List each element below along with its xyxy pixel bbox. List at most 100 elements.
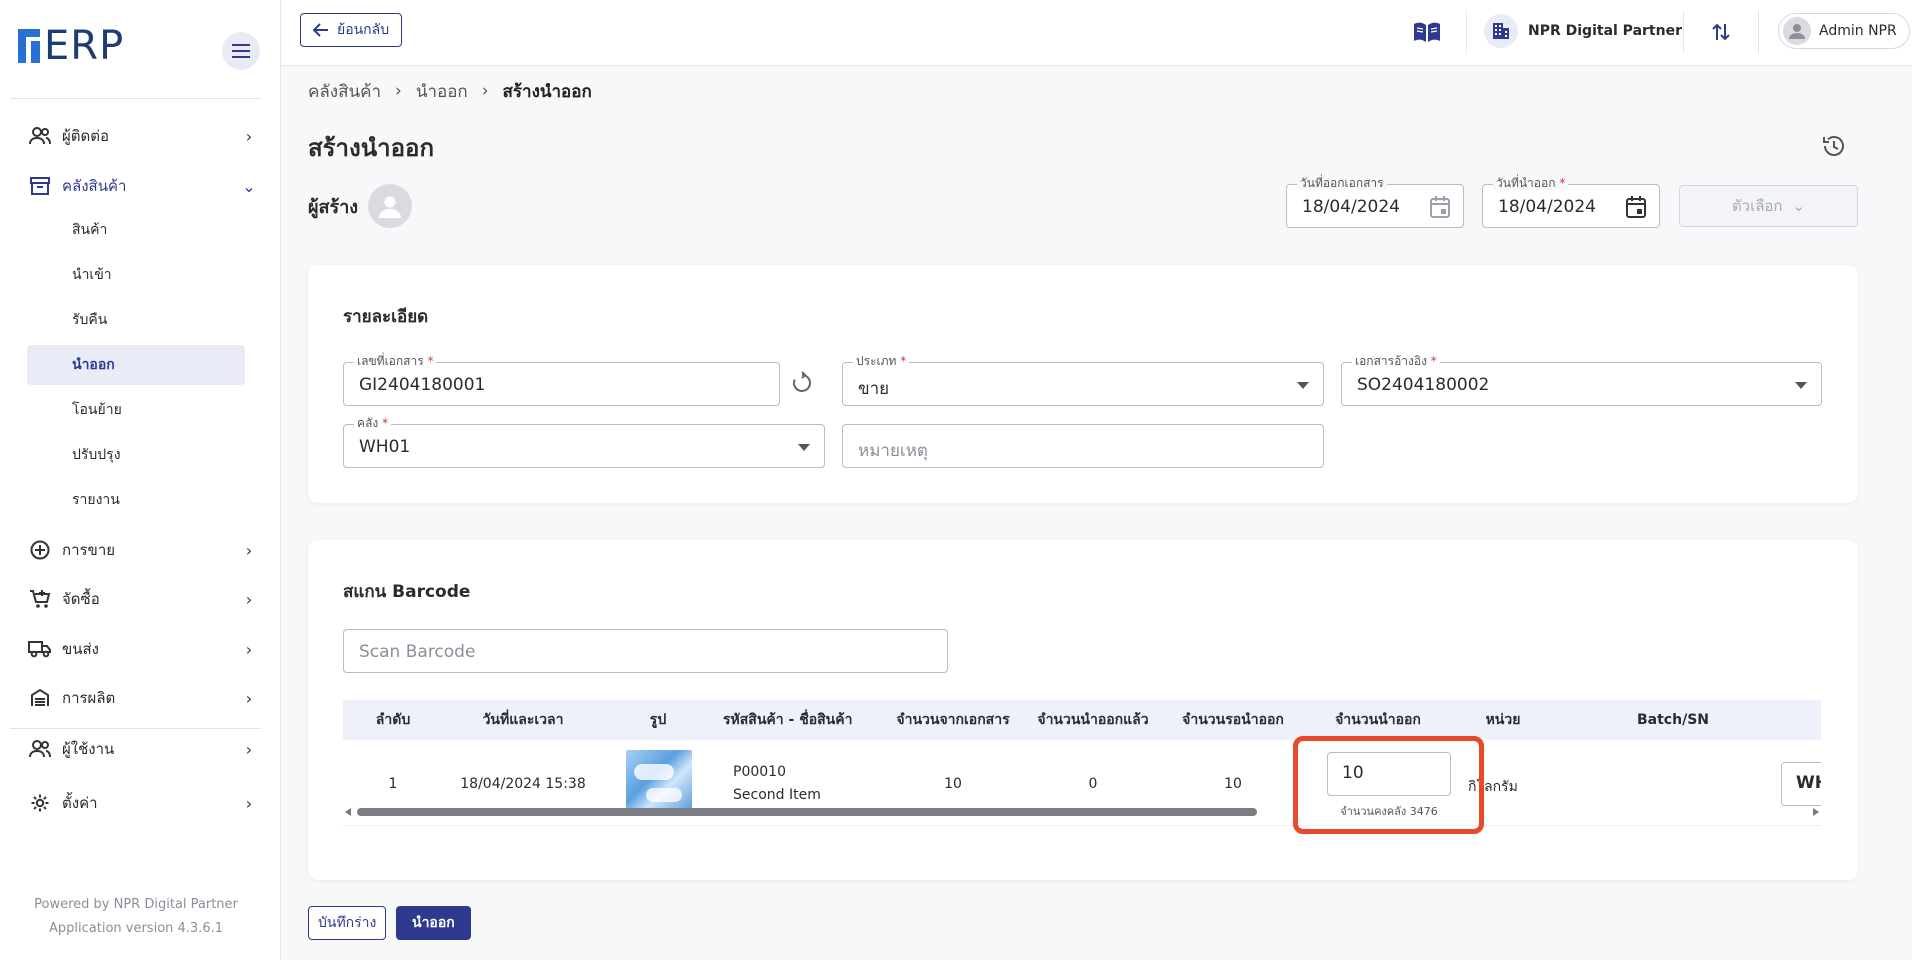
- col-header-doc-qty: จำนวนจากเอกสาร: [896, 712, 1010, 728]
- factory-icon: [28, 686, 52, 710]
- cart-icon: [28, 587, 52, 611]
- issue-date-label: วันที่ออกเอกสาร: [1297, 176, 1387, 190]
- refresh-icon[interactable]: [790, 371, 816, 397]
- breadcrumb-item-goods-issue[interactable]: นำออก: [416, 78, 468, 105]
- breadcrumb: คลังสินค้า › นำออก › สร้างนำออก: [308, 79, 592, 103]
- arrow-left-icon: [313, 23, 328, 37]
- calendar-icon[interactable]: [1429, 195, 1451, 219]
- top-bar: ย้อนกลับ NPR Digital Partner Admin NPR: [281, 0, 1912, 66]
- sidebar-item-shipping[interactable]: ขนส่ง ›: [28, 629, 258, 669]
- sidebar-item-label: ตั้งค่า: [62, 794, 98, 812]
- sidebar-divider: [10, 98, 261, 99]
- app-version-text: Application version 4.3.6.1: [49, 921, 223, 936]
- sidebar-item-contacts[interactable]: ผู้ติดต่อ ›: [28, 116, 258, 156]
- sidebar-item-sales[interactable]: การขาย ›: [28, 530, 258, 570]
- sidebar-subitem-adjust[interactable]: ปรับปรุง: [27, 435, 245, 475]
- scan-barcode-placeholder: Scan Barcode: [359, 642, 476, 662]
- horizontal-scrollbar[interactable]: [343, 804, 1821, 820]
- sidebar-subitem-report[interactable]: รายงาน: [27, 480, 245, 520]
- sort-arrows-icon[interactable]: [1709, 18, 1733, 46]
- history-icon[interactable]: [1820, 132, 1848, 160]
- sidebar-item-settings[interactable]: ตั้งค่า ›: [28, 783, 258, 823]
- reference-doc-value: SO2404180002: [1357, 375, 1490, 395]
- powered-by-text: Powered by NPR Digital Partner: [34, 897, 238, 912]
- issue-qty-input[interactable]: 10: [1327, 752, 1451, 796]
- back-button[interactable]: ย้อนกลับ: [300, 13, 403, 47]
- table-header: ลำดับ วันที่และเวลา รูป รหัสสินค้า - ชื่…: [343, 700, 1821, 740]
- out-date-label: วันที่นำออก *: [1493, 176, 1569, 190]
- warehouse-label: คลัง *: [354, 416, 392, 430]
- menu-toggle-button[interactable]: [222, 32, 260, 70]
- truck-icon: [28, 637, 52, 661]
- chevron-right-icon: ›: [481, 81, 489, 101]
- sidebar-subitem-import[interactable]: นำเข้า: [27, 255, 245, 295]
- scroll-left-icon[interactable]: [345, 808, 351, 816]
- dropdown-caret-icon: [798, 444, 810, 451]
- sidebar-item-label: คลังสินค้า: [62, 177, 127, 195]
- company-name: NPR Digital Partner: [1528, 23, 1682, 39]
- manual-book-icon[interactable]: [1411, 18, 1443, 46]
- chevron-right-icon: ›: [245, 589, 253, 609]
- remark-placeholder: หมายเหตุ: [858, 441, 928, 461]
- chevron-down-icon: ⌄: [1792, 197, 1806, 215]
- breadcrumb-item-current: สร้างนำออก: [502, 81, 592, 102]
- company-selector[interactable]: NPR Digital Partner: [1484, 14, 1682, 48]
- remark-field[interactable]: หมายเหตุ: [842, 424, 1324, 468]
- sidebar-subitem-transfer[interactable]: โอนย้าย: [27, 390, 245, 430]
- avatar[interactable]: [368, 184, 413, 228]
- topbar-divider: [1683, 10, 1684, 54]
- save-draft-button[interactable]: บันทึกร่าง: [308, 906, 387, 940]
- users-icon: [28, 737, 52, 761]
- sidebar-item-label: จัดซื้อ: [62, 590, 100, 608]
- row-product-code: P00010: [733, 764, 786, 780]
- type-label: ประเภท *: [853, 354, 910, 368]
- out-date-field[interactable]: วันที่นำออก * 18/04/2024: [1482, 176, 1660, 228]
- row-datetime: 18/04/2024 15:38: [460, 776, 586, 792]
- sidebar-item-users[interactable]: ผู้ใช้งาน ›: [28, 729, 258, 769]
- sidebar-item-production[interactable]: การผลิต ›: [28, 678, 258, 718]
- avatar: [1783, 17, 1811, 45]
- page-title: สร้างนำออก: [308, 134, 434, 162]
- reference-doc-label: เอกสารอ้างอิง *: [1352, 354, 1440, 368]
- scan-barcode-card: สแกน Barcode Scan Barcode ลำดับ วันที่แล…: [308, 540, 1858, 880]
- out-date-value: 18/04/2024: [1498, 197, 1596, 217]
- warehouse-select[interactable]: คลัง * WH01: [343, 416, 825, 468]
- calendar-icon[interactable]: [1625, 195, 1647, 219]
- issue-button[interactable]: นำออก: [396, 906, 471, 940]
- issue-date-value: 18/04/2024: [1302, 197, 1400, 217]
- erp-logo[interactable]: ERP: [18, 26, 124, 66]
- warehouse-value: WH01: [359, 437, 411, 457]
- sidebar-subitem-goods-issue[interactable]: นำออก: [27, 345, 245, 385]
- reference-doc-select[interactable]: เอกสารอ้างอิง * SO2404180002: [1341, 354, 1822, 406]
- type-select[interactable]: ประเภท * ขาย: [842, 354, 1324, 406]
- sidebar-item-purchase[interactable]: จัดซื้อ ›: [28, 579, 258, 619]
- col-header-image: รูป: [649, 712, 667, 728]
- issue-date-field[interactable]: วันที่ออกเอกสาร 18/04/2024: [1286, 176, 1464, 228]
- batch-select[interactable]: WH: [1781, 762, 1821, 806]
- col-header-datetime: วันที่และเวลา: [482, 712, 564, 728]
- sidebar-item-label: การขาย: [62, 541, 116, 559]
- doc-number-field[interactable]: เลขที่เอกสาร * GI2404180001: [343, 354, 780, 406]
- col-header-product: รหัสสินค้า - ชื่อสินค้า: [723, 712, 853, 728]
- chevron-down-icon: ⌄: [242, 176, 256, 196]
- details-title: รายละเอียด: [343, 307, 429, 327]
- creator-section: ผู้สร้าง: [308, 184, 413, 228]
- user-menu[interactable]: Admin NPR: [1778, 13, 1910, 49]
- creator-label: ผู้สร้าง: [308, 196, 359, 218]
- scrollbar-thumb[interactable]: [357, 808, 1257, 816]
- items-table: ลำดับ วันที่และเวลา รูป รหัสสินค้า - ชื่…: [343, 700, 1821, 830]
- sidebar-subitem-return[interactable]: รับคืน: [27, 300, 245, 340]
- topbar-divider: [1466, 10, 1467, 54]
- chevron-right-icon: ›: [245, 126, 253, 146]
- logo-text: ERP: [44, 23, 125, 69]
- sidebar-subitem-products[interactable]: สินค้า: [27, 210, 245, 250]
- sidebar-item-label: การผลิต: [62, 689, 116, 707]
- sidebar-item-warehouse[interactable]: คลังสินค้า ⌄: [28, 166, 258, 206]
- breadcrumb-item-warehouse[interactable]: คลังสินค้า: [308, 78, 381, 105]
- scroll-right-icon[interactable]: [1813, 808, 1819, 816]
- row-issued-qty: 0: [1088, 776, 1098, 792]
- row-pending-qty: 10: [1224, 776, 1242, 792]
- scan-barcode-input[interactable]: Scan Barcode: [343, 629, 948, 673]
- options-button[interactable]: ตัวเลือก ⌄: [1679, 185, 1858, 227]
- warehouse-icon: [28, 174, 52, 198]
